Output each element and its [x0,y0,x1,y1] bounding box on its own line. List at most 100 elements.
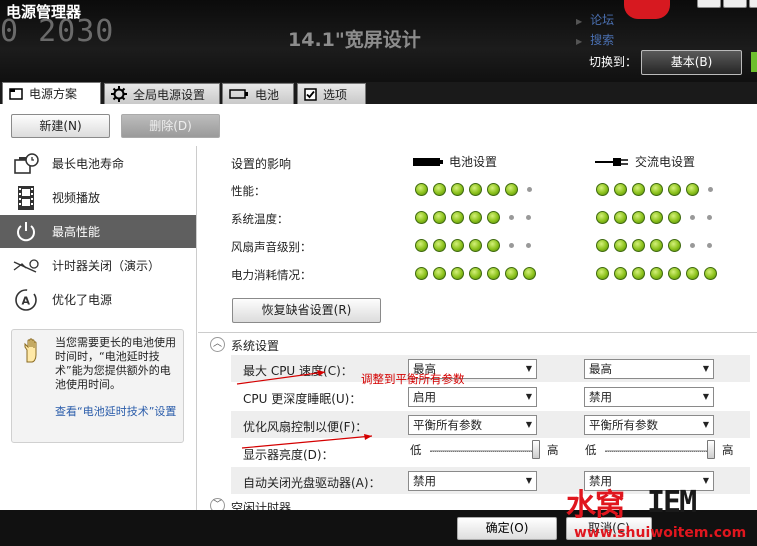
plan-timer-off[interactable]: 计时器关闭（演示） [0,249,196,282]
gear-icon [111,86,127,102]
tab-global-settings[interactable]: 全局电源设置 [104,83,220,104]
forum-link[interactable]: ▶ 论坛 [576,11,614,28]
tip-text: 当您需要更长的电池使用时间时，“电池延时技术”能为您提供额外的电池使用时间。 [55,336,176,391]
battery-extend-link[interactable]: 查看“电池延时技术”设置 [55,405,181,419]
dropdown-arrow-icon: ▼ [702,392,709,401]
battery-settings-icon [413,157,443,166]
fan-control-battery-select[interactable]: 平衡所有参数 ▼ [408,415,537,435]
cpu-speed-ac-select[interactable]: 最高 ▼ [584,359,714,379]
tab-bar: 电源方案 全局电源设置 电池 选项 [0,82,757,104]
impact-dots-ac [596,239,720,252]
tab-power-plans[interactable]: 电源方案 [2,82,101,104]
level-dot-on [614,267,627,280]
fan-control-ac-select[interactable]: 平衡所有参数 ▼ [584,415,714,435]
level-dot-on [596,239,609,252]
dropdown-arrow-icon: ▼ [702,420,709,429]
annotation-arrow-2 [241,434,373,449]
dropdown-arrow-icon: ▼ [702,476,709,485]
impact-label-temperature: 系统温度： [231,212,289,226]
optical-drive-battery-select[interactable]: 禁用 ▼ [408,471,537,491]
cpu-sleep-ac-select[interactable]: 禁用 ▼ [584,387,714,407]
search-link[interactable]: ▶ 搜索 [576,31,614,48]
level-dot-on [505,183,518,196]
level-dot-on [451,211,464,224]
impact-label-performance: 性能： [231,184,266,198]
power-plan-list: 最长电池寿命 视频播放 最高性能 计时器关闭（演示） A 优化了电源 当您需要更… [0,146,196,510]
impact-dots-battery [415,183,540,196]
level-dot-on [632,211,645,224]
close-button[interactable] [749,0,757,8]
level-dot-on [614,239,627,252]
level-dot-on [487,211,500,224]
brand-logo [624,0,670,19]
hand-tip-icon [21,338,45,367]
level-dot-on [650,183,663,196]
level-dot-on [632,183,645,196]
restore-button[interactable] [723,0,747,8]
auto-icon: A [0,288,52,312]
level-dot-on [686,183,699,196]
section-divider [198,332,757,333]
tab-options[interactable]: 选项 [297,83,366,104]
level-dot-on [505,267,518,280]
basic-mode-button[interactable]: 基本(B) [641,50,742,75]
level-dot-on [632,239,645,252]
delete-plan-button[interactable]: 删除(D) [121,114,220,138]
level-dot-on [650,211,663,224]
system-settings-title: 系统设置 [231,339,280,353]
level-dot-on [487,239,500,252]
watermark-text: 水窝 [566,488,625,523]
brightness-battery-slider[interactable] [532,440,540,459]
plan-video-playback[interactable]: 视频播放 [0,181,196,214]
new-plan-button[interactable]: 新建(N) [11,114,110,138]
level-dot-off [690,215,695,220]
level-dot-on [433,183,446,196]
cpu-sleep-battery-select[interactable]: 启用 ▼ [408,387,537,407]
restore-defaults-button[interactable]: 恢复缺省设置(R) [232,298,381,323]
level-dot-on [451,267,464,280]
level-dot-off [526,243,531,248]
dropdown-arrow-icon: ▼ [525,392,532,401]
battery-tip-box: 当您需要更长的电池使用时间时，“电池延时技术”能为您提供额外的电池使用时间。 查… [11,329,184,443]
level-dot-off [708,187,713,192]
annotation-text: 调整到平衡所有参数 [361,372,465,386]
svg-text:A: A [22,294,31,307]
level-dot-on [668,183,681,196]
collapse-system-settings-icon[interactable]: ︿ [210,337,225,352]
page-icon [9,87,23,100]
plan-max-battery[interactable]: 最长电池寿命 [0,147,196,180]
brightness-ac-slider[interactable] [707,440,715,459]
level-dot-on [632,267,645,280]
minimize-button[interactable] [697,0,721,8]
level-dot-on [668,267,681,280]
tab-battery[interactable]: 电池 [222,83,294,104]
watermark-url: www.shuiwoitem.com [574,525,747,541]
level-dot-off [690,243,695,248]
dropdown-arrow-icon: ▼ [702,364,709,373]
impact-dots-ac [596,183,721,196]
level-dot-on [704,267,717,280]
level-dot-on [469,211,482,224]
brightness-ac-high-label: 高 [722,443,734,457]
app-title: 电源管理器 [6,3,82,21]
ok-button[interactable]: 确定(O) [457,517,557,540]
setting-label: 自动关闭光盘驱动器(A)： [243,476,381,490]
level-dot-on [415,211,428,224]
impact-dots-ac [596,267,722,280]
level-dot-on [451,239,464,252]
plan-optimized[interactable]: A 优化了电源 [0,283,196,316]
plan-max-performance[interactable]: 最高性能 [0,215,196,248]
battery-column-header: 电池设置 [413,153,497,170]
advanced-mode-indicator[interactable] [751,52,757,72]
brightness-battery-track[interactable] [430,450,540,452]
impact-header: 设置的影响 [231,157,292,171]
level-dot-on [596,267,609,280]
brightness-battery-high-label: 高 [547,443,559,457]
level-dot-off [707,215,712,220]
level-dot-on [415,267,428,280]
app-header: 0 2030 电源管理器 14.1"宽屏设计 ▶ 论坛 ▶ 搜索 切换到： 基本(B… [0,0,757,82]
level-dot-on [686,267,699,280]
level-dot-on [469,239,482,252]
brightness-ac-track[interactable] [605,450,715,452]
impact-dots-ac [596,211,720,224]
